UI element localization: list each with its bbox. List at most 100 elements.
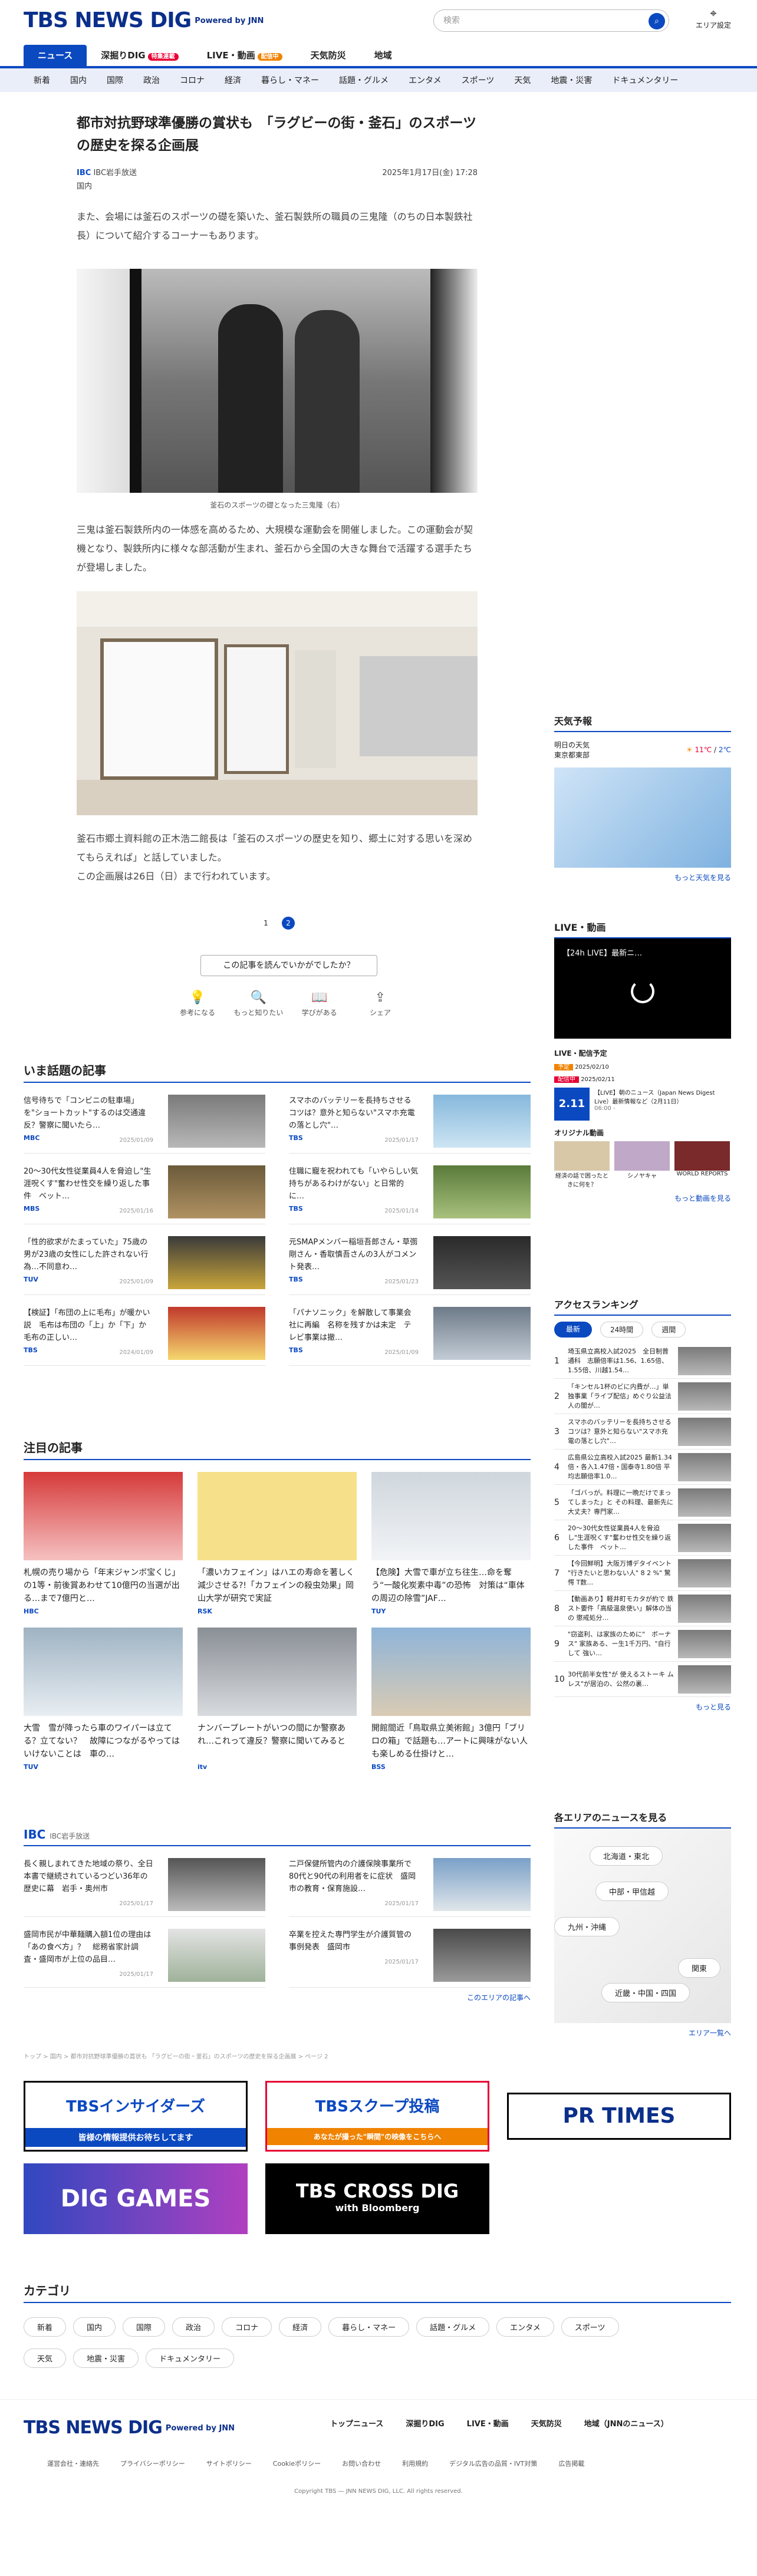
share-button[interactable]: ⇪ シェア (354, 990, 407, 1017)
ranking-tab[interactable]: 24時間 (600, 1322, 644, 1338)
reaction-learn-button[interactable]: 📖 学びがある (293, 990, 346, 1017)
nav-item[interactable]: 経済 (215, 74, 251, 86)
ranking-item[interactable]: 3 スマホのバッテリーを長持ちさせるコツは？意外と知らない"スマホ充電の落とし穴"… (554, 1414, 731, 1450)
nav-item[interactable]: 国内 (60, 74, 97, 86)
footer-nav-item[interactable]: 深掘りDIG (406, 2417, 444, 2429)
article-category[interactable]: 国内 (77, 180, 478, 191)
area-button[interactable]: 近畿・中国・四国 (601, 1983, 690, 2002)
live-event[interactable]: 2.11 【LIVE】朝のニュース（Japan News Digest Live）… (554, 1088, 731, 1121)
footer-link[interactable]: 広告掲載 (558, 2459, 584, 2468)
nav-item[interactable]: ドキュメンタリー (602, 74, 688, 86)
footer-link[interactable]: 運営会社・連絡先 (47, 2459, 99, 2468)
video-card[interactable]: WORLD REPORTS (674, 1141, 730, 1188)
video-more-link[interactable]: もっと動画を見る (554, 1193, 731, 1203)
article-card[interactable]: ナンバープレートがいつの間にか警察あれ…これって違反？警察に聞いてみると itv (198, 1628, 357, 1771)
cross-dig-banner[interactable]: TBS CROSS DIG with Bloomberg (265, 2163, 489, 2234)
ranking-item[interactable]: 2 「キンセル1杯のビに内費が…」単独事業「ライブ配信」めぐり公益法人の闇が… (554, 1379, 731, 1414)
category-chip[interactable]: 地震・災害 (73, 2348, 139, 2368)
page-link[interactable]: 1 (259, 917, 272, 930)
article-card[interactable]: 「濃いカフェイン」はハエの寿命を著しく減少させる?!「カフェインの殺虫効果」岡山… (198, 1472, 357, 1616)
breadcrumb[interactable]: トップ > 国内 > 都市対抗野球準優勝の賞状も 「ラグビーの街・釜石」のスポー… (24, 2051, 328, 2060)
reaction-more-button[interactable]: 🔍 もっと知りたい (232, 990, 285, 1017)
search-input[interactable]: 検索 ⌕ (433, 9, 669, 32)
nav-item[interactable]: 政治 (133, 74, 170, 86)
ranking-item[interactable]: 5 「ゴバっが。料理に一晩だけでまってしまった」と その料理、最新先に大丈夫？専門… (554, 1485, 731, 1520)
weather-more-link[interactable]: もっと天気を見る (554, 872, 731, 882)
category-chip[interactable]: 政治 (172, 2317, 215, 2337)
footer-link[interactable]: Cookieポリシー (273, 2459, 321, 2468)
reaction-helpful-button[interactable]: 💡 参考になる (171, 990, 224, 1017)
dig-games-banner[interactable]: DIG GAMES (24, 2163, 248, 2234)
ranking-item[interactable]: 9 "窃盗利、は家族のために" ボーナス" 家族ある、ー生1千万円、"自行して 強… (554, 1626, 731, 1662)
category-chip[interactable]: 経済 (279, 2317, 322, 2337)
footer-link[interactable]: 利用規約 (402, 2459, 428, 2468)
nav-item[interactable]: 天気 (504, 74, 541, 86)
area-button[interactable]: 北海道・東北 (590, 1846, 663, 1866)
nav-item[interactable]: 新着 (24, 74, 60, 86)
article-card[interactable]: 【危険】大雪で車が立ち往生…命を奪う“一酸化炭素中毒”の恐怖 対策は“車体の周辺… (371, 1472, 531, 1616)
weather-map[interactable] (554, 767, 731, 868)
footer-link[interactable]: サイトポリシー (206, 2459, 252, 2468)
footer-logo[interactable]: TBS NEWS DIG Powered by JNN (24, 2417, 235, 2438)
nav-item[interactable]: スポーツ (452, 74, 505, 86)
video-card[interactable]: 経済の話で困ったときに何を？ (554, 1141, 610, 1188)
nav-item[interactable]: エンタメ (399, 74, 452, 86)
search-icon[interactable]: ⌕ (649, 13, 665, 29)
category-chip[interactable]: エンタメ (496, 2317, 554, 2337)
ranking-tab[interactable]: 最新 (554, 1322, 593, 1338)
area-button[interactable]: 九州・沖縄 (554, 1917, 620, 1936)
category-chip[interactable]: 話題・グルメ (416, 2317, 490, 2337)
list-item[interactable]: 「パナソニック」を解散して事業会社に再編 名称を残すかは未定 テレビ事業は撤… T… (289, 1295, 531, 1366)
list-item[interactable]: 長く親しまれてきた地域の祭り、全日本書で継続されているつどい36年の歴史に幕 岩… (24, 1846, 265, 1917)
ranking-item[interactable]: 6 20〜30代女性従業員4人を脅迫し"生涯呪くす"奮わせ性交を繰り返した事件 ベ… (554, 1520, 731, 1556)
list-item[interactable]: 卒業を控えた専門学生が介護質管の事例発表 盛岡市 2025/01/17 (289, 1917, 531, 1988)
article-card[interactable]: 大雪 雪が降ったら車のワイパーは立てる？立てない？ 故障につながるやってはいけな… (24, 1628, 183, 1771)
list-item[interactable]: 盛岡市民が中華麺購入額1位の理由は「あの食べ方」？ 総務省家計調査・盛岡市が上位… (24, 1917, 265, 1988)
footer-nav-item[interactable]: 地域（JNNのニュース） (584, 2417, 669, 2429)
category-chip[interactable]: スポーツ (561, 2317, 619, 2337)
insiders-banner[interactable]: TBSインサイダーズ 皆様の情報提供お待ちしてます (24, 2081, 248, 2152)
footer-link[interactable]: プライバシーポリシー (120, 2459, 185, 2468)
footer-link[interactable]: お問い合わせ (342, 2459, 381, 2468)
scoop-banner[interactable]: TBSスクープ投稿 あなたが撮った"瞬間"の映像をこちらへ (265, 2081, 489, 2152)
category-chip[interactable]: 暮らし・マネー (328, 2317, 410, 2337)
footer-nav-item[interactable]: トップニュース (330, 2417, 383, 2429)
nav-item[interactable]: 暮らし・マネー (251, 74, 329, 86)
nav-item[interactable]: コロナ (170, 74, 215, 86)
video-card[interactable]: シノヤキャ (614, 1141, 670, 1188)
ranking-item[interactable]: 7 【今回鮮明】大阪万博デタイベント "行きたいと思わない人" 8 2 %" 驚愕… (554, 1556, 731, 1591)
footer-nav-item[interactable]: 天気防災 (531, 2417, 562, 2429)
tab-live[interactable]: LIVE・動画 配信中 (193, 45, 297, 66)
tab-dig[interactable]: 深掘りDIG 特集連載 (87, 45, 192, 66)
category-chip[interactable]: 新着 (24, 2317, 67, 2337)
nav-item[interactable]: 地震・災害 (541, 74, 602, 86)
list-item[interactable]: 二戸保健所管内の介護保険事業所で80代と90代の利用者をに症状 盛岡市の教育・保… (289, 1846, 531, 1917)
prtimes-banner[interactable]: PR TIMES (507, 2093, 731, 2140)
list-item[interactable]: 20〜30代女性従業員4人を脅迫し"生涯呪くす"奮わせ性交を繰り返した事件 ベッ… (24, 1154, 265, 1224)
list-item[interactable]: 信号待ちで「コンビニの駐車場」を"ショートカット"するのは交通違反？警察に聞いた… (24, 1083, 265, 1154)
area-button[interactable]: 関東 (678, 1958, 721, 1978)
category-chip[interactable]: 天気 (24, 2348, 67, 2368)
category-chip[interactable]: ドキュメンタリー (146, 2348, 235, 2368)
list-item[interactable]: スマホのバッテリーを長持ちさせるコツは？意外と知らない"スマホ充電の落とし穴"…… (289, 1083, 531, 1154)
ranking-item[interactable]: 4 広島県公立高校入試2025 最新1.34倍・各入1.47倍・国泰寺1.80倍 … (554, 1450, 731, 1485)
tab-news[interactable]: ニュース (24, 45, 87, 66)
ranking-more-link[interactable]: もっと見る (554, 1702, 731, 1712)
area-more-link[interactable]: エリア一覧へ (554, 2028, 731, 2038)
list-item[interactable]: 住職に寵を祝われても「いやらしい気持ちがあるわけがない」と日常的に… TBS 202… (289, 1154, 531, 1224)
tab-weather[interactable]: 天気防災 (297, 45, 360, 66)
article-source[interactable]: IBC IBC岩手放送 (77, 166, 137, 177)
site-logo[interactable]: TBS NEWS DIG Powered by JNN (24, 8, 264, 32)
local-more-link[interactable]: このエリアの記事へ (24, 1992, 531, 2002)
category-chip[interactable]: 国際 (123, 2317, 166, 2337)
footer-link[interactable]: デジタル広告の品質・IVT対策 (449, 2459, 537, 2468)
list-item[interactable]: 【検証】「布団の上に毛布」が暖かい説 毛布は布団の「上」か「下」か 毛布の正しい… (24, 1295, 265, 1366)
category-chip[interactable]: 国内 (73, 2317, 116, 2337)
nav-item[interactable]: 話題・グルメ (329, 74, 399, 86)
ranking-item[interactable]: 10 30代前半女性"が 使えるストーキ ムレス"が居泊の、公然の裏… (554, 1662, 731, 1697)
area-button[interactable]: 中部・甲信越 (595, 1882, 669, 1901)
tab-region[interactable]: 地域 (360, 45, 406, 66)
list-item[interactable]: 元SMAPメンバー稲垣吾郎さん・草彅剛さん・香取慎吾さんの3人がコメント発表… T… (289, 1224, 531, 1295)
footer-nav-item[interactable]: LIVE・動画 (467, 2417, 509, 2429)
live-player[interactable]: 【24h LIVE】最新ニ… (554, 938, 731, 1039)
